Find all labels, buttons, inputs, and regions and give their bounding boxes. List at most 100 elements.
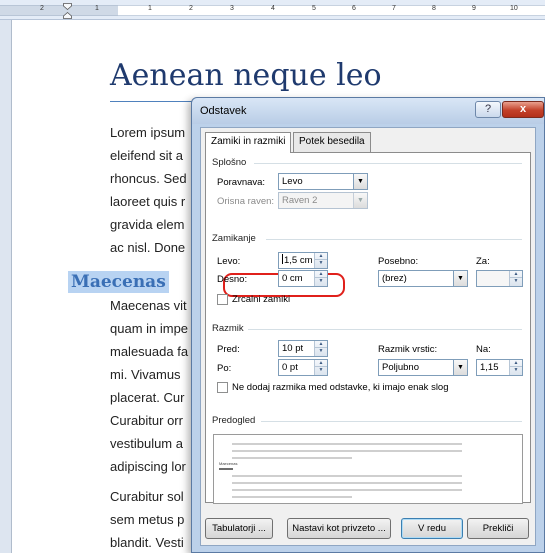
body-text-line: eleifend sit a	[110, 148, 183, 163]
special-indent-label: Posebno:	[378, 256, 419, 267]
section-divider	[261, 421, 522, 422]
alignment-value: Levo	[282, 176, 303, 187]
ok-button[interactable]: V redu	[401, 518, 463, 539]
spinner-buttons[interactable]: ▲ ▼	[314, 271, 327, 286]
chevron-down-icon: ▼	[453, 360, 467, 375]
ruler-number: 6	[352, 5, 356, 12]
ruler-number: 3	[230, 5, 234, 12]
left-indent-spinner[interactable]: 1,5 cm ▲ ▼	[278, 252, 328, 269]
preview-heading-sample: Maecenas	[219, 461, 238, 466]
indent-by-spinner[interactable]: ▲ ▼	[476, 270, 523, 287]
ruler-number: 7	[392, 5, 396, 12]
line-spacing-label: Razmik vrstic:	[378, 344, 438, 355]
line-spacing-at-label: Na:	[476, 344, 491, 355]
spin-up-icon[interactable]: ▲	[315, 341, 327, 348]
spin-down-icon[interactable]: ▼	[510, 367, 522, 374]
close-button[interactable]: x	[502, 101, 544, 118]
line-spacing-at-value: 1,15	[480, 362, 499, 373]
line-spacing-at-spinner[interactable]: 1,15 ▲ ▼	[476, 359, 523, 376]
dialog-title: Odstavek	[200, 105, 247, 117]
no-space-same-style-label: Ne dodaj razmika med odstavke, ki imajo …	[232, 382, 449, 393]
space-before-value: 10 pt	[282, 343, 304, 354]
ruler-number: 1	[148, 5, 152, 12]
spin-down-icon[interactable]: ▼	[315, 367, 327, 374]
space-before-label: Pred:	[217, 344, 240, 355]
tab-line-page-breaks[interactable]: Potek besedila	[293, 132, 371, 152]
spinner-buttons[interactable]: ▲ ▼	[509, 360, 522, 375]
alignment-select[interactable]: Levo ▼	[278, 173, 368, 190]
tab-indents-spacing[interactable]: Zamiki in razmiki	[205, 132, 292, 153]
body-text-line: adipiscing lor	[110, 459, 186, 474]
space-before-spinner[interactable]: 10 pt ▲ ▼	[278, 340, 328, 357]
ruler-number: 1	[95, 5, 99, 12]
spin-up-icon[interactable]: ▲	[510, 360, 522, 367]
body-text-line: blandit. Vesti	[110, 535, 184, 550]
spinner-buttons[interactable]: ▲ ▼	[509, 271, 522, 286]
chevron-down-icon: ▼	[353, 193, 367, 208]
left-indent-value: 1,5 cm	[284, 255, 313, 266]
no-space-same-style-checkbox[interactable]	[217, 382, 228, 393]
preview-line	[232, 482, 462, 484]
spin-up-icon[interactable]: ▲	[315, 360, 327, 367]
outline-level-value: Raven 2	[282, 195, 318, 206]
space-after-spinner[interactable]: 0 pt ▲ ▼	[278, 359, 328, 376]
spinner-buttons[interactable]: ▲ ▼	[314, 341, 327, 356]
ruler-number: 2	[40, 5, 44, 12]
special-indent-select[interactable]: (brez) ▼	[378, 270, 468, 287]
paragraph-dialog: Odstavek ? x Zamiki in razmiki Potek bes…	[191, 97, 545, 553]
chevron-down-icon: ▼	[353, 174, 367, 189]
spin-down-icon[interactable]: ▼	[315, 260, 327, 267]
body-text-line: mi. Vivamus	[110, 367, 181, 382]
indent-marker-icon[interactable]	[63, 3, 72, 19]
cancel-button[interactable]: Prekliči	[467, 518, 529, 539]
tabs-button[interactable]: Tabulatorji ...	[205, 518, 273, 539]
spinner-buttons[interactable]: ▲ ▼	[314, 360, 327, 375]
mirror-indents-checkbox[interactable]	[217, 294, 228, 305]
ruler-number: 2	[189, 5, 193, 12]
horizontal-ruler[interactable]: 2 1 1 2 3 4 5 6 7 8 9 10	[0, 0, 545, 20]
indent-by-label: Za:	[476, 256, 490, 267]
paragraph-preview: Maecenas	[213, 434, 523, 504]
left-indent-label: Levo:	[217, 256, 241, 267]
help-button[interactable]: ?	[475, 101, 501, 118]
chevron-down-icon: ▼	[453, 271, 467, 286]
body-text-line: Lorem ipsum	[110, 125, 186, 140]
preview-line	[232, 475, 462, 477]
ruler-number: 4	[271, 5, 275, 12]
spin-up-icon[interactable]: ▲	[510, 271, 522, 278]
preview-line	[232, 450, 462, 452]
spinner-buttons[interactable]: ▲ ▼	[314, 253, 327, 268]
section-spacing: Razmik	[212, 323, 244, 334]
right-indent-value: 0 cm	[282, 273, 303, 284]
document-title: Aenean neque leo	[110, 58, 382, 93]
dialog-titlebar[interactable]: Odstavek ? x	[192, 98, 544, 124]
section-preview: Predogled	[212, 415, 256, 426]
alignment-label: Poravnava:	[217, 177, 266, 188]
body-text-line: Curabitur orr	[110, 413, 183, 428]
line-spacing-select[interactable]: Poljubno ▼	[378, 359, 468, 376]
section-divider	[248, 329, 522, 330]
dialog-body: Zamiki in razmiki Potek besedila Splošno…	[200, 127, 536, 546]
set-default-button[interactable]: Nastavi kot privzeto ...	[287, 518, 391, 539]
mirror-indents-label: Zrcalni zamiki	[232, 294, 291, 305]
text-cursor	[282, 254, 283, 264]
section-general: Splošno	[212, 157, 247, 168]
space-after-value: 0 pt	[282, 362, 298, 373]
spin-up-icon[interactable]: ▲	[315, 271, 327, 278]
right-indent-spinner[interactable]: 0 cm ▲ ▼	[278, 270, 328, 287]
preview-line	[232, 457, 352, 459]
selected-heading[interactable]: Maecenas	[68, 271, 169, 293]
preview-line	[232, 496, 352, 498]
preview-line	[232, 443, 462, 445]
preview-line	[232, 489, 462, 491]
space-after-label: Po:	[217, 363, 232, 374]
outline-level-select[interactable]: Raven 2 ▼	[278, 192, 368, 209]
spin-down-icon[interactable]: ▼	[315, 278, 327, 285]
section-divider	[254, 163, 522, 164]
spin-up-icon[interactable]: ▲	[315, 253, 327, 260]
spin-down-icon[interactable]: ▼	[510, 278, 522, 285]
section-divider	[266, 239, 522, 240]
section-indentation: Zamikanje	[212, 233, 256, 244]
body-text-line: sem metus p	[110, 512, 185, 527]
spin-down-icon[interactable]: ▼	[315, 348, 327, 355]
